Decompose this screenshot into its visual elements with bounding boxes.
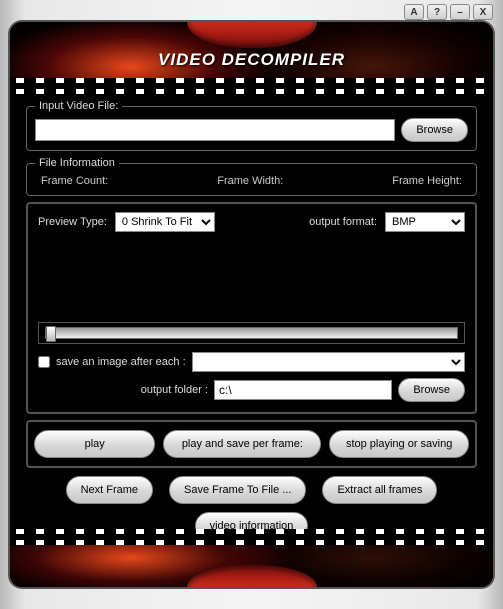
close-button[interactable]: X <box>473 4 493 20</box>
seek-slider-thumb[interactable] <box>46 326 56 342</box>
about-button[interactable]: A <box>404 4 424 20</box>
output-format-label: output format: <box>309 216 377 228</box>
preview-panel: Preview Type: 0 Shrink To Fit output for… <box>26 202 477 414</box>
browse-input-button[interactable]: Browse <box>401 118 468 142</box>
playback-button-row: play play and save per frame: stop playi… <box>26 420 477 468</box>
frame-width-label: Frame Width: <box>217 175 283 187</box>
extract-all-button[interactable]: Extract all frames <box>322 476 437 504</box>
frame-count-label: Frame Count: <box>41 175 108 187</box>
filmstrip-bottom <box>10 529 493 545</box>
preview-type-select[interactable]: 0 Shrink To Fit <box>115 212 215 232</box>
save-after-each-checkbox[interactable] <box>38 356 50 368</box>
browse-output-button[interactable]: Browse <box>398 378 465 402</box>
save-interval-select[interactable] <box>192 352 465 372</box>
frame-height-label: Frame Height: <box>392 175 462 187</box>
stop-button[interactable]: stop playing or saving <box>329 430 469 458</box>
output-folder-label: output folder : <box>38 384 208 396</box>
file-information-legend: File Information <box>35 157 119 169</box>
play-button[interactable]: play <box>34 430 155 458</box>
app-title: VIDEO DECOMPILER <box>10 50 493 70</box>
file-information-group: File Information Frame Count: Frame Widt… <box>26 157 477 196</box>
input-video-group: Input Video File: Browse <box>26 100 477 151</box>
input-video-path[interactable] <box>35 119 395 141</box>
filmstrip-top <box>10 78 493 94</box>
next-frame-button[interactable]: Next Frame <box>66 476 153 504</box>
save-after-each-label: save an image after each : <box>56 356 186 368</box>
seek-slider[interactable] <box>45 327 458 339</box>
output-folder-field[interactable] <box>214 380 392 400</box>
help-button[interactable]: ? <box>427 4 447 20</box>
output-format-select[interactable]: BMP <box>385 212 465 232</box>
minimize-button[interactable]: – <box>450 4 470 20</box>
app-footer <box>10 529 493 587</box>
save-frame-button[interactable]: Save Frame To File ... <box>169 476 306 504</box>
seek-slider-container <box>38 322 465 344</box>
input-video-legend: Input Video File: <box>35 100 122 112</box>
preview-type-label: Preview Type: <box>38 216 107 228</box>
play-save-button[interactable]: play and save per frame: <box>163 430 321 458</box>
app-header: VIDEO DECOMPILER <box>10 22 493 78</box>
